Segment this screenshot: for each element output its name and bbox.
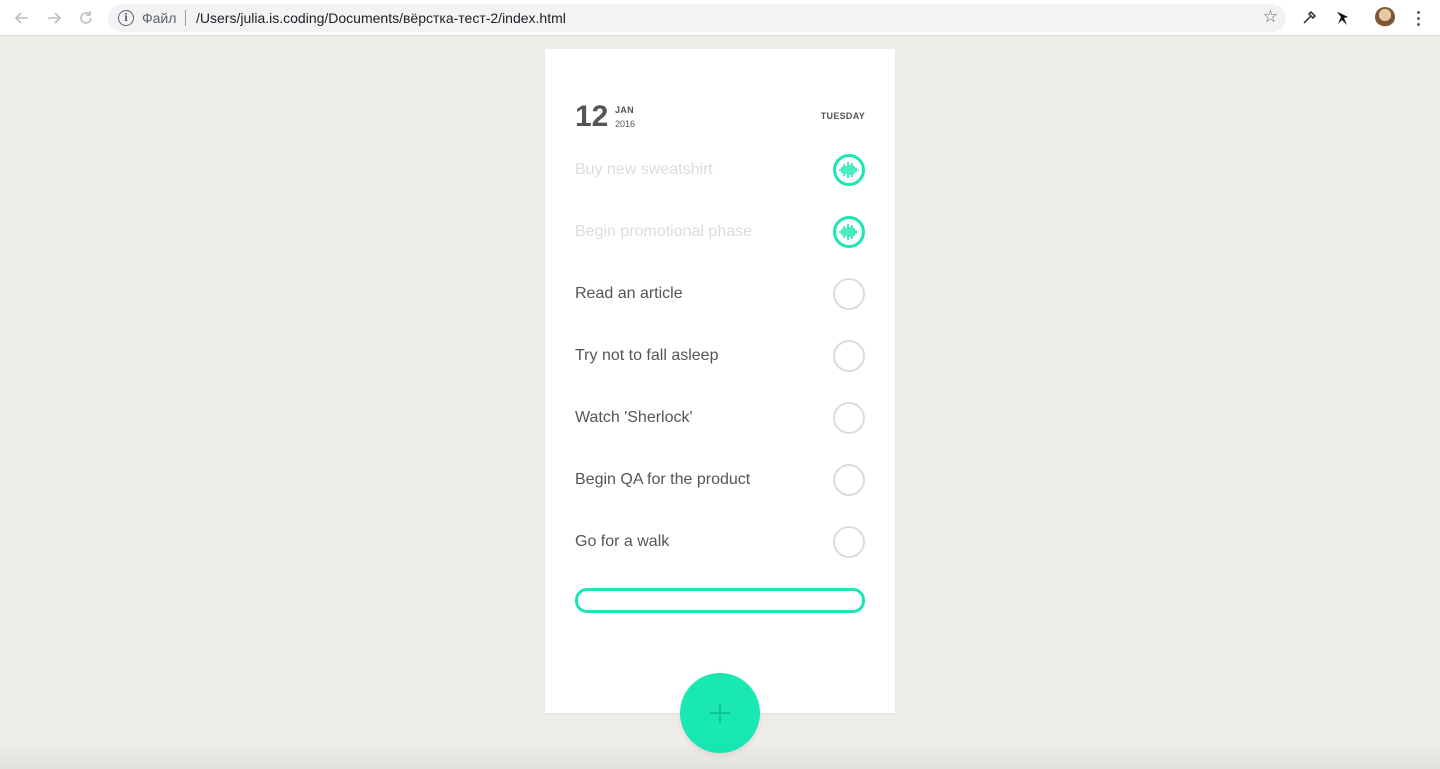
task-label: Read an article [575,285,683,302]
date-year: 2016 [615,119,636,129]
task-label: Watch 'Sherlock' [575,409,693,426]
task-checkbox[interactable] [833,278,865,310]
forward-icon[interactable] [42,6,66,30]
back-icon[interactable] [10,6,34,30]
page-viewport: 12 JAN 2016 TUESDAY Buy new sweatshirt Be… [0,36,1440,769]
task-checkbox[interactable] [833,526,865,558]
info-icon[interactable]: i [118,10,134,26]
plus-icon [710,703,730,723]
task-label: Buy new sweatshirt [575,161,713,178]
task-item[interactable]: Begin QA for the product [575,449,865,511]
separator [185,10,186,26]
task-item[interactable]: Watch 'Sherlock' [575,387,865,449]
extension-icon[interactable] [1330,6,1354,30]
task-checkbox[interactable] [833,340,865,372]
task-label: Try not to fall asleep [575,347,719,364]
scheme-label: Файл [142,10,177,26]
date-weekday: TUESDAY [820,111,865,121]
task-list: Buy new sweatshirt Begin promotional phas… [575,139,865,573]
date-month: JAN [615,105,634,115]
task-label: Begin QA for the product [575,471,751,488]
menu-icon[interactable] [1410,6,1426,30]
task-item[interactable]: Buy new sweatshirt [575,139,865,201]
task-label: Begin promotional phase [575,223,753,240]
eyedropper-icon[interactable] [1297,6,1321,30]
task-label: Go for a walk [575,533,670,550]
star-icon[interactable]: ☆ [1263,7,1278,27]
url-text[interactable]: /Users/julia.is.coding/Documents/вёрстка… [196,10,566,26]
checkmark-icon [839,162,859,178]
task-item[interactable]: Try not to fall asleep [575,325,865,387]
reload-icon[interactable] [74,6,98,30]
date-day: 12 [575,100,609,133]
todo-card: 12 JAN 2016 TUESDAY Buy new sweatshirt Be… [545,49,895,713]
checkmark-icon [839,224,859,240]
address-bar[interactable]: i Файл /Users/julia.is.coding/Documents/… [108,4,1286,32]
task-checkbox[interactable] [833,402,865,434]
task-checkbox[interactable] [833,154,865,186]
task-item[interactable]: Read an article [575,263,865,325]
new-task-input[interactable] [575,588,865,613]
date-header: 12 JAN 2016 TUESDAY [575,101,865,133]
task-item[interactable]: Begin promotional phase [575,201,865,263]
avatar[interactable] [1375,7,1395,27]
task-checkbox[interactable] [833,216,865,248]
browser-toolbar: i Файл /Users/julia.is.coding/Documents/… [0,0,1440,36]
task-item[interactable]: Go for a walk [575,511,865,573]
task-checkbox[interactable] [833,464,865,496]
viewport-bottom-shadow [0,741,1440,769]
